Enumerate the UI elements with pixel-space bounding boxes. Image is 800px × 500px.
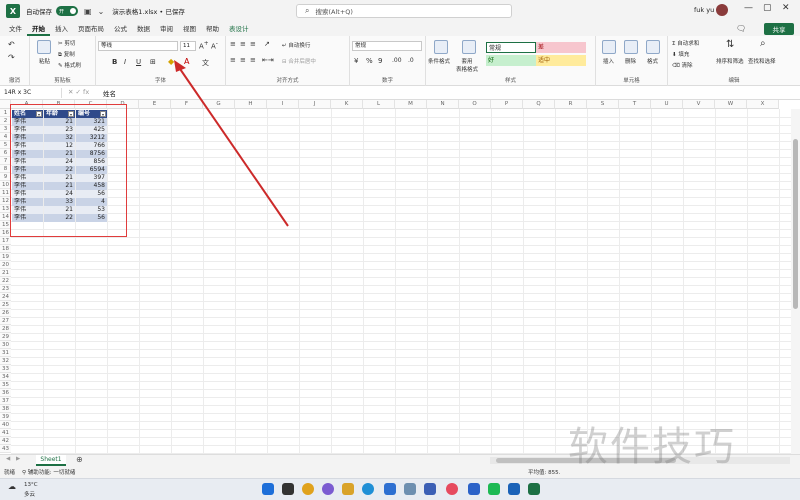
chrome-icon[interactable] [302, 483, 314, 495]
weather-temp: 13°C [24, 482, 38, 488]
app-icon[interactable] [384, 483, 396, 495]
status-ready: 就绪 [4, 470, 16, 476]
edge-icon[interactable] [362, 483, 374, 495]
file-explorer-icon[interactable] [342, 483, 354, 495]
task-view-icon[interactable] [282, 483, 294, 495]
arrow-line [177, 65, 289, 227]
watermark: 软件技巧 [568, 424, 736, 470]
start-icon[interactable] [262, 483, 274, 495]
sheet-tab[interactable]: Sheet1 [36, 455, 66, 466]
status-accessibility-text: 辅助功能: 一切就绪 [27, 470, 76, 476]
weather-icon[interactable]: ☁ [8, 482, 16, 491]
add-sheet-icon[interactable]: ⊕ [76, 455, 83, 464]
weather-desc: 多云 [24, 492, 36, 498]
status-average: 平均值: 855. [528, 470, 561, 476]
next-sheet-icon[interactable]: ▶ [16, 456, 20, 462]
app-icon-5[interactable] [508, 483, 520, 495]
arrow-head [174, 60, 186, 72]
taskbar: ☁ 13°C 多云 [0, 478, 800, 500]
status-accessibility[interactable]: ⚲ 辅助功能: 一切就绪 [22, 468, 75, 476]
app-icon-3[interactable] [424, 483, 436, 495]
prev-sheet-icon[interactable]: ◀ [6, 456, 10, 462]
browser-icon[interactable] [322, 483, 334, 495]
wechat-icon[interactable] [488, 483, 500, 495]
excel-taskbar-icon[interactable] [528, 483, 540, 495]
bluetooth-icon[interactable] [468, 483, 480, 495]
app-icon-4[interactable] [446, 483, 458, 495]
app-icon-2[interactable] [404, 483, 416, 495]
